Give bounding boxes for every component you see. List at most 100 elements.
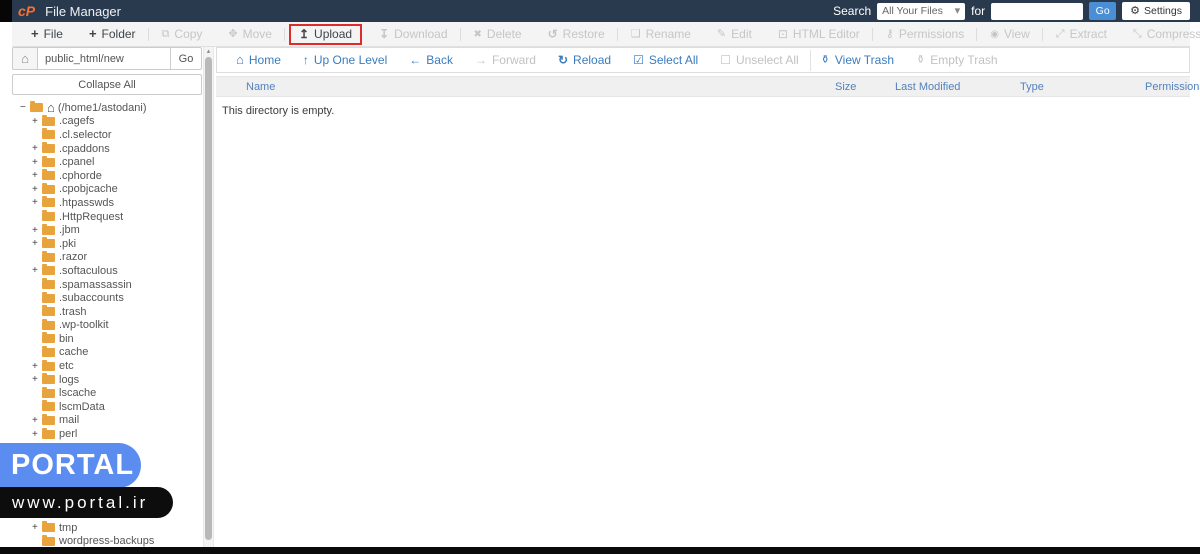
column-header-name[interactable]: Name [216, 81, 835, 93]
toolbar-button[interactable]: Rename [618, 22, 704, 47]
tree-item[interactable]: bin [12, 332, 202, 346]
toolbar-button-icon [548, 28, 558, 41]
tree-item[interactable]: + .cpobjcache [12, 183, 202, 197]
tree-expander[interactable]: + [32, 157, 42, 168]
scrollbar-thumb[interactable] [205, 57, 212, 540]
toolbar-button[interactable]: Upload [289, 24, 362, 45]
column-header-last-modified[interactable]: Last Modified [895, 81, 1020, 93]
tree-item[interactable]: − (/home1/astodani) [12, 101, 202, 115]
tree-item[interactable]: + .pki [12, 237, 202, 251]
tree-item-label: wordpress-backups [59, 535, 154, 547]
tree-expander[interactable]: + [32, 265, 42, 276]
tree-expander[interactable]: + [32, 225, 42, 236]
path-input[interactable] [37, 47, 171, 70]
nav-button-icon [821, 55, 830, 66]
tree-item[interactable]: .HttpRequest [12, 210, 202, 224]
nav-button[interactable]: Unselect All [709, 53, 809, 67]
nav-button[interactable]: Reload [547, 53, 622, 67]
bottom-black-bar [0, 547, 1200, 554]
tree-item[interactable]: + .cpanel [12, 155, 202, 169]
collapse-all-button[interactable]: Collapse All [12, 74, 202, 95]
tree-item[interactable]: + .htpasswds [12, 196, 202, 210]
tree-item[interactable]: + .cpaddons [12, 142, 202, 156]
toolbar-button-icon [886, 29, 894, 40]
toolbar-button-label: Restore [563, 27, 605, 41]
tree-item[interactable]: wordpress-backups [12, 534, 202, 548]
tree-expander[interactable]: + [32, 415, 42, 426]
tree-item[interactable]: + .softaculous [12, 264, 202, 278]
nav-button[interactable]: Up One Level [292, 53, 398, 67]
column-header-size[interactable]: Size [835, 81, 895, 93]
tree-item[interactable]: lscmData [12, 400, 202, 414]
chevron-down-icon [955, 6, 961, 17]
tree-item[interactable]: cache [12, 346, 202, 360]
toolbar-button-label: Move [243, 27, 272, 41]
nav-button[interactable]: Back [398, 53, 464, 67]
nav-button[interactable]: Forward [464, 53, 547, 67]
folder-icon [42, 307, 55, 316]
toolbar-button[interactable]: Edit [704, 22, 765, 47]
search-input[interactable] [991, 3, 1083, 20]
toolbar-button[interactable]: Permissions [873, 22, 977, 47]
search-go-button[interactable]: Go [1089, 2, 1116, 20]
tree-item[interactable]: .wp-toolkit [12, 319, 202, 333]
tree-item[interactable]: + perl [12, 427, 202, 441]
toolbar-button-icon [299, 28, 309, 41]
tree-item-label: .cpanel [59, 156, 94, 168]
tree-item[interactable]: .spamassassin [12, 278, 202, 292]
file-list-panel: Home Up One Level Back Forward Reload [216, 47, 1190, 125]
path-go-button[interactable]: Go [171, 47, 202, 70]
tree-item-label: .pki [59, 238, 76, 250]
tree-item[interactable]: .razor [12, 251, 202, 265]
tree-expander[interactable]: − [20, 102, 30, 113]
tree-expander[interactable]: + [32, 170, 42, 181]
tree-expander[interactable]: + [32, 361, 42, 372]
tree-item[interactable]: + .cphorde [12, 169, 202, 183]
toolbar-button[interactable]: Delete [461, 22, 535, 47]
tree-expander[interactable]: + [32, 116, 42, 127]
nav-button[interactable]: Select All [622, 53, 709, 67]
tree-item[interactable]: + mail [12, 414, 202, 428]
toolbar-button[interactable]: View [977, 22, 1043, 47]
tree-item-label: .htpasswds [59, 197, 114, 209]
toolbar-button[interactable]: Copy [149, 22, 216, 47]
tree-expander[interactable]: + [32, 374, 42, 385]
tree-item[interactable]: + logs [12, 373, 202, 387]
toolbar-button-icon [990, 29, 999, 40]
toolbar-button-label: Compress [1147, 27, 1200, 41]
tree-item[interactable]: .cl.selector [12, 128, 202, 142]
search-scope-select[interactable]: All Your Files [877, 3, 965, 20]
tree-expander[interactable]: + [32, 522, 42, 533]
tree-expander[interactable]: + [32, 238, 42, 249]
column-header-permissions[interactable]: Permissions [1145, 81, 1200, 93]
tree-item[interactable]: + .jbm [12, 223, 202, 237]
nav-button-icon [236, 53, 244, 67]
toolbar-button[interactable]: Move [215, 22, 285, 47]
tree-item[interactable]: .subaccounts [12, 291, 202, 305]
tree-expander[interactable]: + [32, 429, 42, 440]
settings-button[interactable]: Settings [1122, 2, 1190, 20]
toolbar-button[interactable]: HTML Editor [765, 22, 873, 47]
tree-item[interactable]: + tmp [12, 521, 202, 535]
tree-item[interactable]: lscache [12, 386, 202, 400]
tree-item[interactable]: + .cagefs [12, 115, 202, 129]
toolbar-button[interactable]: Folder [76, 22, 149, 47]
scrollbar-up-arrow[interactable]: ▴ [204, 47, 213, 57]
toolbar-button[interactable]: File [18, 22, 76, 47]
nav-button[interactable]: Empty Trash [905, 53, 1009, 67]
tree-expander[interactable]: + [32, 184, 42, 195]
tree-expander[interactable]: + [32, 197, 42, 208]
tree-expander[interactable]: + [32, 143, 42, 154]
toolbar-button[interactable]: Extract [1043, 22, 1120, 47]
tree-item[interactable]: + etc [12, 359, 202, 373]
nav-button[interactable]: View Trash [810, 53, 905, 67]
tree-item[interactable]: .trash [12, 305, 202, 319]
toolbar-button-label: Folder [102, 27, 136, 41]
toolbar-button[interactable]: Restore [535, 22, 618, 47]
toolbar-button-label: Edit [731, 27, 752, 41]
column-header-type[interactable]: Type [1020, 81, 1145, 93]
tree-item-label: cache [59, 346, 88, 358]
nav-button[interactable]: Home [225, 53, 292, 67]
toolbar-button[interactable]: Compress [1120, 22, 1200, 47]
toolbar-button[interactable]: Download [366, 22, 460, 47]
